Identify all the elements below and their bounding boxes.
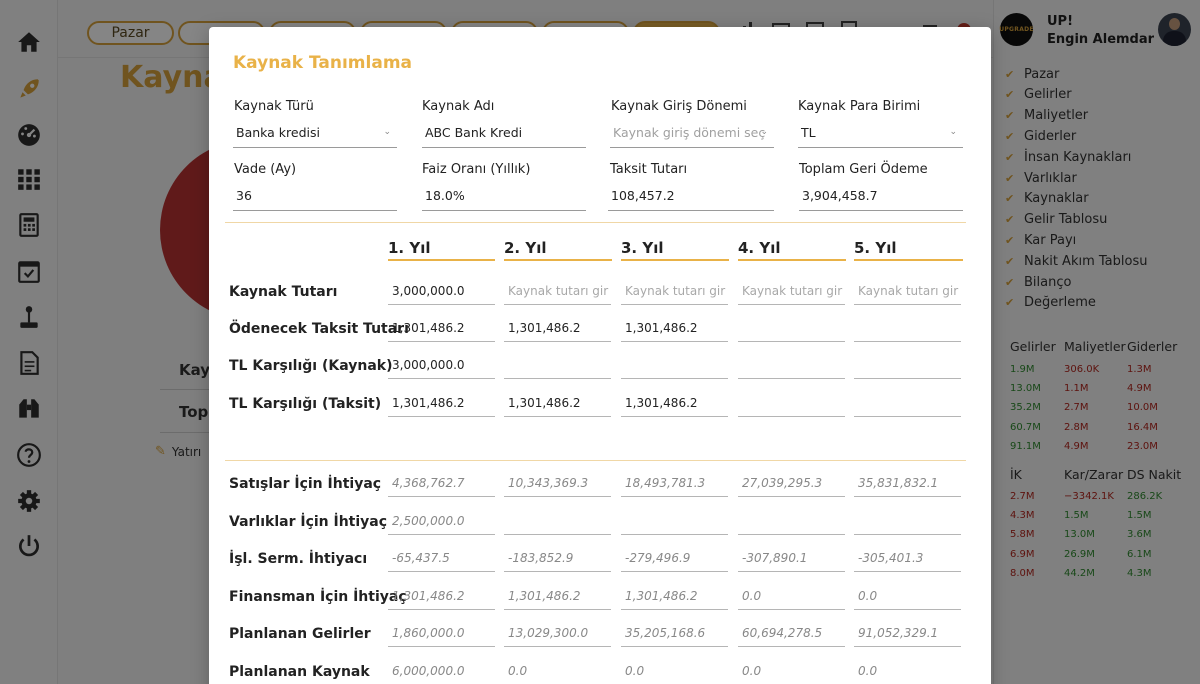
vade-label: Vade (Ay)	[234, 162, 297, 177]
computed-cell: 10,343,369.3	[504, 469, 611, 497]
kaynak-turu-select[interactable]: Banka kredisi ⌄	[233, 118, 397, 148]
computed-cell: -307,890.1	[738, 544, 845, 572]
kaynak-tutari-input[interactable]: Kaynak tutarı gir	[854, 277, 961, 305]
chevron-down-icon: ⌄	[760, 127, 768, 137]
row-label: Planlanan Kaynak	[229, 664, 370, 680]
computed-cell	[504, 507, 611, 535]
computed-cell: -65,437.5	[388, 544, 495, 572]
value-cell: 1,301,486.2	[388, 389, 495, 417]
value-cell: 1,301,486.2	[504, 314, 611, 342]
computed-cell: 6,000,000.0	[388, 657, 495, 684]
value-cell	[854, 351, 961, 379]
computed-cell: 1,301,486.2	[504, 582, 611, 610]
computed-cell: 1,860,000.0	[388, 619, 495, 647]
modal-title: Kaynak Tanımlama	[233, 53, 413, 73]
computed-cell: -279,496.9	[621, 544, 728, 572]
para-birimi-label: Kaynak Para Birimi	[798, 99, 921, 114]
toplam-value: 3,904,458.7	[802, 188, 878, 203]
year-header-1: 1. Yıl	[388, 239, 495, 261]
year-header-5: 5. Yıl	[854, 239, 963, 261]
giris-donemi-label: Kaynak Giriş Dönemi	[611, 99, 747, 114]
kaynak-tutari-input[interactable]: Kaynak tutarı gir	[504, 277, 611, 305]
toplam-label: Toplam Geri Ödeme	[799, 162, 928, 177]
value-cell	[621, 351, 728, 379]
computed-cell: 0.0	[738, 657, 845, 684]
computed-cell: 0.0	[738, 582, 845, 610]
para-birimi-select[interactable]: TL ⌄	[798, 118, 963, 148]
vade-input[interactable]: 36	[233, 181, 397, 211]
computed-cell: -305,401.3	[854, 544, 961, 572]
row-label: Planlanan Gelirler	[229, 626, 371, 642]
computed-cell: 0.0	[854, 657, 961, 684]
chevron-down-icon: ⌄	[949, 127, 957, 137]
taksit-output: 108,457.2	[608, 181, 774, 211]
row-label: TL Karşılığı (Kaynak)	[229, 358, 393, 374]
value-cell	[738, 389, 845, 417]
section-divider	[225, 460, 966, 461]
value-cell: 1,301,486.2	[504, 389, 611, 417]
computed-cell: 0.0	[854, 582, 961, 610]
taksit-value: 108,457.2	[611, 188, 675, 203]
value-cell: 3,000,000.0	[388, 351, 495, 379]
kaynak-adi-input[interactable]: ABC Bank Kredi	[422, 118, 586, 148]
kaynak-adi-label: Kaynak Adı	[422, 99, 495, 114]
computed-cell: 60,694,278.5	[738, 619, 845, 647]
row-label: Finansman İçin İhtiyaç	[229, 589, 407, 605]
row-label: İşl. Serm. İhtiyacı	[229, 551, 368, 567]
section-divider	[225, 222, 966, 223]
value-cell	[738, 351, 845, 379]
computed-cell	[738, 507, 845, 535]
kaynak-tutari-input[interactable]: Kaynak tutarı gir	[621, 277, 728, 305]
year-header-4: 4. Yıl	[738, 239, 846, 261]
faiz-input[interactable]: 18.0%	[422, 181, 586, 211]
kaynak-tutari-input[interactable]: 3,000,000.0	[388, 277, 495, 305]
computed-cell: 1,301,486.2	[388, 582, 495, 610]
value-cell	[504, 351, 611, 379]
computed-cell	[854, 507, 961, 535]
computed-cell: 0.0	[621, 657, 728, 684]
computed-cell: -183,852.9	[504, 544, 611, 572]
computed-cell: 35,205,168.6	[621, 619, 728, 647]
row-label: TL Karşılığı (Taksit)	[229, 396, 382, 412]
value-cell	[854, 389, 961, 417]
value-cell: 1,301,486.2	[621, 314, 728, 342]
kaynak-tanimlama-modal: Kaynak Tanımlama Kaynak Türü Kaynak Adı …	[209, 27, 991, 684]
kaynak-turu-value: Banka kredisi	[236, 125, 320, 140]
value-cell: 1,301,486.2	[388, 314, 495, 342]
para-birimi-value: TL	[801, 125, 816, 140]
computed-cell: 0.0	[504, 657, 611, 684]
computed-cell: 4,368,762.7	[388, 469, 495, 497]
row-label: Satışlar İçin İhtiyaç	[229, 476, 382, 492]
computed-cell	[621, 507, 728, 535]
computed-cell: 1,301,486.2	[621, 582, 728, 610]
kaynak-tutari-input[interactable]: Kaynak tutarı gir	[738, 277, 845, 305]
kaynak-turu-label: Kaynak Türü	[234, 99, 314, 114]
year-header-2: 2. Yıl	[504, 239, 612, 261]
row-label: Ödenecek Taksit Tutarı	[229, 321, 409, 337]
value-cell	[854, 314, 961, 342]
kaynak-adi-value: ABC Bank Kredi	[425, 125, 523, 140]
giris-donemi-select[interactable]: Kaynak giriş dönemi seç ⌄	[610, 118, 774, 148]
faiz-label: Faiz Oranı (Yıllık)	[422, 162, 531, 177]
giris-donemi-placeholder: Kaynak giriş dönemi seç	[613, 125, 766, 140]
chevron-down-icon: ⌄	[383, 127, 391, 137]
computed-cell: 91,052,329.1	[854, 619, 961, 647]
value-cell	[738, 314, 845, 342]
computed-cell: 13,029,300.0	[504, 619, 611, 647]
vade-value: 36	[236, 188, 252, 203]
computed-cell: 35,831,832.1	[854, 469, 961, 497]
faiz-value: 18.0%	[425, 188, 465, 203]
year-header-3: 3. Yıl	[621, 239, 729, 261]
row-label: Varlıklar İçin İhtiyaç	[229, 514, 388, 530]
toplam-output: 3,904,458.7	[799, 181, 963, 211]
computed-cell: 2,500,000.0	[388, 507, 495, 535]
value-cell: 1,301,486.2	[621, 389, 728, 417]
computed-cell: 27,039,295.3	[738, 469, 845, 497]
computed-cell: 18,493,781.3	[621, 469, 728, 497]
taksit-label: Taksit Tutarı	[610, 162, 688, 177]
row-label: Kaynak Tutarı	[229, 284, 338, 300]
